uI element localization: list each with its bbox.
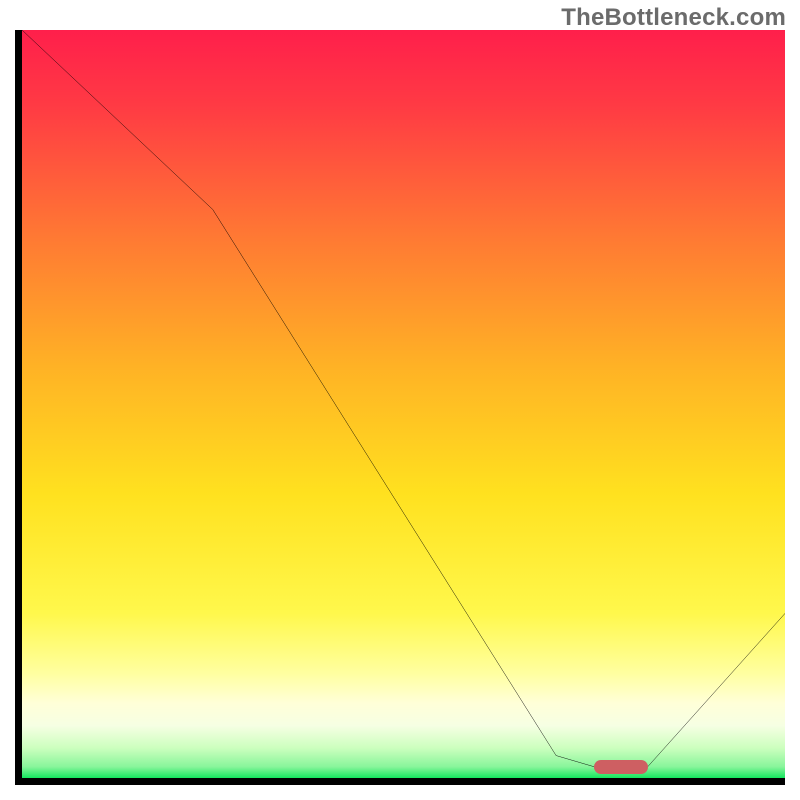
sweet-spot-marker	[594, 760, 647, 774]
bottleneck-curve	[22, 30, 785, 778]
chart-container: TheBottleneck.com	[0, 0, 800, 800]
watermark-text: TheBottleneck.com	[561, 4, 786, 32]
plot-area	[22, 30, 785, 778]
